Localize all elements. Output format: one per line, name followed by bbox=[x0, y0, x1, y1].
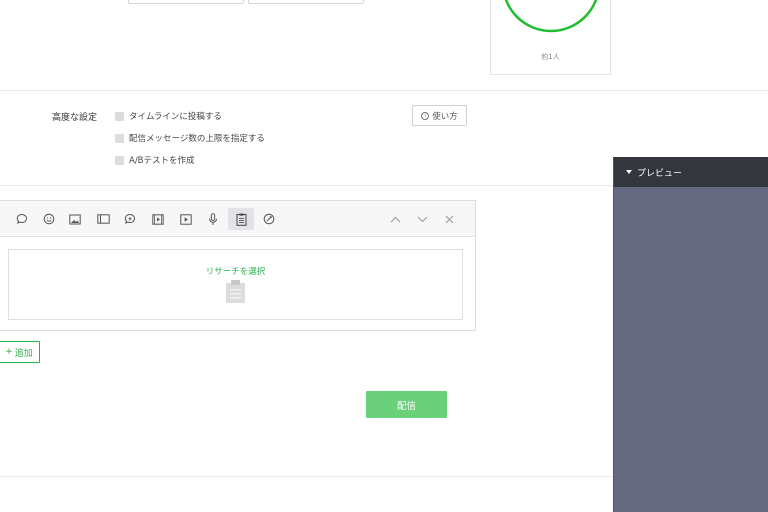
plus-icon: + bbox=[5, 347, 13, 357]
research-content-area: リサーチを選択 bbox=[8, 249, 463, 320]
divider bbox=[0, 185, 613, 186]
audience-gauge-card: 100 % 約1人 bbox=[490, 0, 611, 75]
audience-gauge: 100 % bbox=[504, 0, 598, 33]
video-icon[interactable] bbox=[176, 209, 196, 229]
microphone-icon[interactable] bbox=[203, 209, 223, 229]
divider bbox=[0, 90, 768, 91]
coupon-icon[interactable] bbox=[259, 209, 279, 229]
preview-header[interactable]: プレビュー bbox=[614, 157, 768, 187]
audience-estimate: 約1人 bbox=[541, 53, 560, 61]
card-icon[interactable] bbox=[93, 209, 113, 229]
move-down-icon[interactable] bbox=[412, 209, 432, 229]
preview-title: プレビュー bbox=[637, 168, 683, 179]
timeline-post-label: タイムラインに投稿する bbox=[129, 112, 222, 122]
add-label: 追加 bbox=[14, 348, 33, 359]
message-editor: リサーチを選択 bbox=[0, 200, 476, 331]
date-input[interactable] bbox=[128, 0, 244, 4]
divider bbox=[0, 476, 613, 477]
rich-video-icon[interactable] bbox=[148, 209, 168, 229]
gauge-ring bbox=[504, 0, 598, 33]
help-button[interactable]: i 使い方 bbox=[412, 105, 467, 126]
ab-test-checkbox[interactable] bbox=[115, 155, 124, 165]
ab-test-option[interactable]: A/Bテストを作成 bbox=[115, 154, 195, 166]
message-limit-label: 配信メッセージ数の上限を指定する bbox=[129, 134, 265, 144]
add-button[interactable]: + 追加 bbox=[0, 341, 40, 363]
editor-toolbar bbox=[0, 201, 475, 237]
message-limit-option[interactable]: 配信メッセージ数の上限を指定する bbox=[115, 132, 265, 144]
ab-test-label: A/Bテストを作成 bbox=[129, 156, 195, 166]
message-limit-checkbox[interactable] bbox=[115, 133, 124, 143]
select-research-link[interactable]: リサーチを選択 bbox=[9, 265, 462, 277]
caret-down-icon bbox=[626, 170, 632, 174]
rich-message-icon[interactable] bbox=[120, 209, 140, 229]
info-icon: i bbox=[421, 111, 430, 120]
research-placeholder-icon bbox=[226, 280, 245, 303]
smiley-icon[interactable] bbox=[39, 209, 59, 229]
close-icon[interactable] bbox=[439, 209, 459, 229]
research-icon[interactable] bbox=[228, 208, 254, 230]
timeline-post-checkbox[interactable] bbox=[115, 111, 124, 121]
timeline-post-option[interactable]: タイムラインに投稿する bbox=[115, 110, 222, 122]
preview-panel: プレビュー bbox=[613, 157, 768, 512]
image-icon[interactable] bbox=[65, 209, 85, 229]
move-up-icon[interactable] bbox=[385, 209, 405, 229]
speech-bubble-icon[interactable] bbox=[12, 209, 32, 229]
send-button[interactable]: 配信 bbox=[366, 391, 447, 418]
time-input[interactable] bbox=[248, 0, 364, 4]
advanced-settings-label: 高度な設定 bbox=[52, 113, 98, 123]
help-label: 使い方 bbox=[432, 111, 458, 122]
